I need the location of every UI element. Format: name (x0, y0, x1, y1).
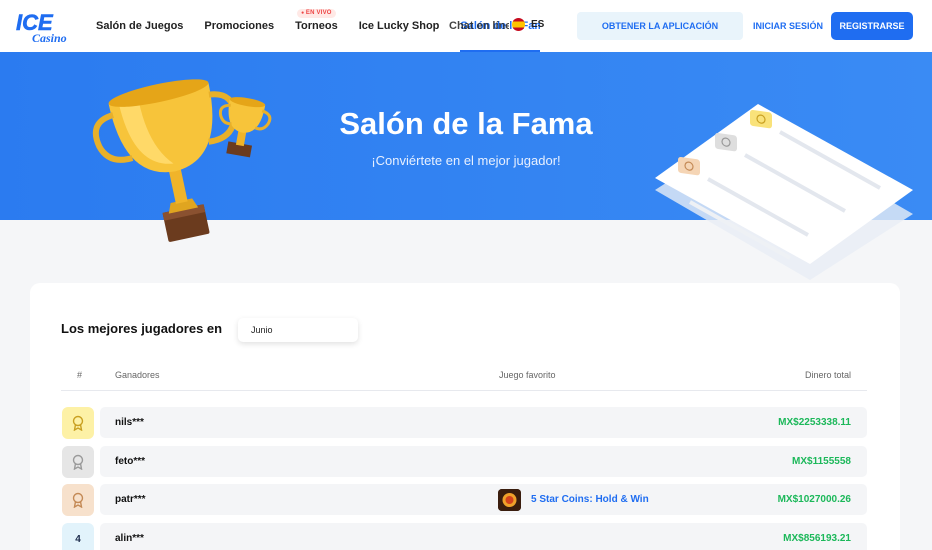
nav-item-tournaments[interactable]: EN VIVO Torneos (295, 0, 338, 52)
column-header-rank: # (77, 370, 83, 380)
spain-flag-icon (512, 18, 525, 31)
game-thumbnail[interactable] (498, 489, 521, 511)
table-row[interactable]: patr*** 5 Star Coins: Hold & Win MX$1027… (100, 484, 867, 515)
language-code: ES (531, 19, 545, 30)
main-nav: Salón de Juegos Promociones EN VIVO Torn… (96, 0, 541, 52)
nav-item-lucky-shop[interactable]: Ice Lucky Shop (359, 0, 440, 52)
hero-banner: Salón de la Fama ¡Conviértete en el mejo… (0, 52, 932, 220)
leaderboard-card: Los mejores jugadores en Junio # Ganador… (30, 283, 900, 550)
table-row[interactable]: nils*** MX$2253338.11 (100, 407, 867, 438)
nav-label: Chat en línea (449, 20, 509, 32)
nav-label: Promociones (204, 20, 275, 32)
login-button[interactable]: INICIAR SESIÓN (752, 12, 824, 40)
table-row[interactable]: feto*** MX$1155558 (100, 446, 867, 477)
month-select[interactable]: Junio (238, 318, 358, 342)
language-selector[interactable]: ES (512, 18, 544, 31)
nav-label: Torneos (295, 20, 338, 32)
table-row[interactable]: alin*** MX$856193.21 (100, 523, 867, 550)
favorite-game-link[interactable]: 5 Star Coins: Hold & Win (531, 494, 649, 505)
nav-item-game-hall[interactable]: Salón de Juegos (96, 0, 183, 52)
get-app-button[interactable]: OBTENER LA APLICACIÓN (577, 12, 743, 40)
silver-medal-icon (72, 454, 84, 470)
page-title: Salón de la Fama (339, 106, 593, 141)
top-header: ICE Casino Salón de Juegos Promociones E… (0, 0, 932, 52)
nav-label: Ice Lucky Shop (358, 20, 440, 32)
total-money: MX$1027000.26 (777, 494, 851, 505)
player-name: patr*** (115, 494, 146, 505)
rank-badge-bronze (62, 484, 94, 516)
bronze-medal-icon (72, 492, 84, 508)
page-subtitle: ¡Conviértete en el mejor jugador! (371, 153, 561, 168)
nav-item-live-chat[interactable]: Chat en línea (449, 0, 509, 52)
rank-badge-gold (62, 407, 94, 439)
player-name: feto*** (115, 456, 146, 467)
player-name: nils*** (115, 417, 144, 428)
total-money: MX$2253338.11 (778, 417, 851, 428)
live-badge: EN VIVO (297, 9, 336, 18)
column-header-total-money: Dinero total (804, 370, 851, 380)
table-header-divider (61, 390, 867, 391)
total-money: MX$856193.21 (783, 533, 851, 544)
rank-number: 4 (62, 523, 94, 550)
ice-casino-logo[interactable]: ICE Casino (14, 8, 74, 44)
gold-medal-icon (72, 415, 84, 431)
register-button[interactable]: REGISTRARSE (831, 12, 913, 40)
player-name: alin*** (115, 533, 144, 544)
nav-label: Salón de Juegos (96, 20, 184, 32)
nav-item-promotions[interactable]: Promociones (204, 0, 274, 52)
column-header-winners: Ganadores (115, 370, 160, 380)
total-money: MX$1155558 (792, 456, 851, 467)
leaderboard-title: Los mejores jugadores en (61, 321, 223, 336)
coin-game-icon (498, 489, 521, 511)
rank-badge-silver (62, 446, 94, 478)
column-header-favorite-game: Juego favorito (499, 370, 556, 380)
logo-text-casino: Casino (32, 31, 67, 44)
page: ICE Casino Salón de Juegos Promociones E… (0, 0, 932, 550)
